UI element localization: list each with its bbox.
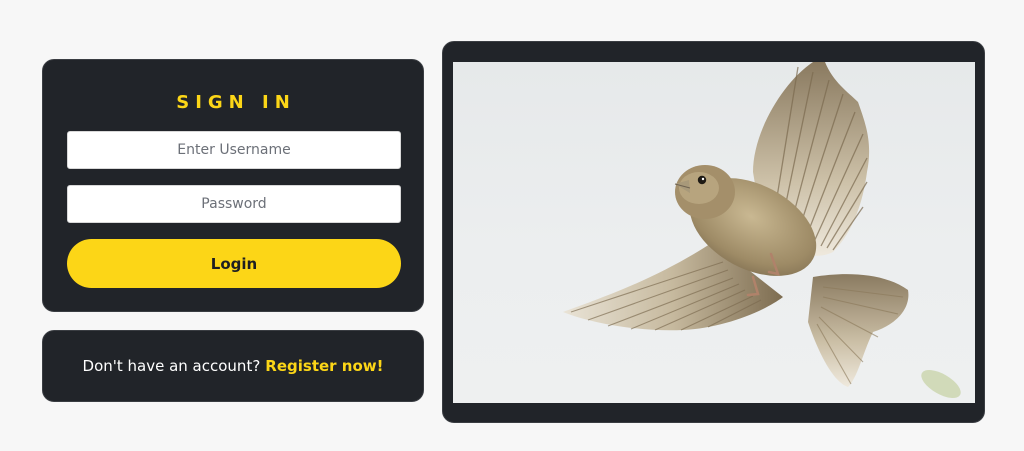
password-input[interactable] bbox=[67, 185, 401, 223]
sign-in-title: SIGN IN bbox=[176, 92, 296, 113]
bird-photo bbox=[453, 62, 975, 403]
sparrow-illustration bbox=[563, 62, 961, 398]
username-input[interactable] bbox=[67, 131, 401, 169]
register-prompt: Don't have an account? bbox=[82, 357, 261, 375]
sign-in-panel: SIGN IN Login bbox=[42, 59, 424, 312]
image-panel bbox=[442, 41, 985, 423]
login-button[interactable]: Login bbox=[67, 239, 401, 288]
page: SIGN IN Login Don't have an account? Reg… bbox=[0, 0, 1024, 451]
register-link[interactable]: Register now! bbox=[265, 357, 383, 375]
register-panel: Don't have an account? Register now! bbox=[42, 330, 424, 402]
